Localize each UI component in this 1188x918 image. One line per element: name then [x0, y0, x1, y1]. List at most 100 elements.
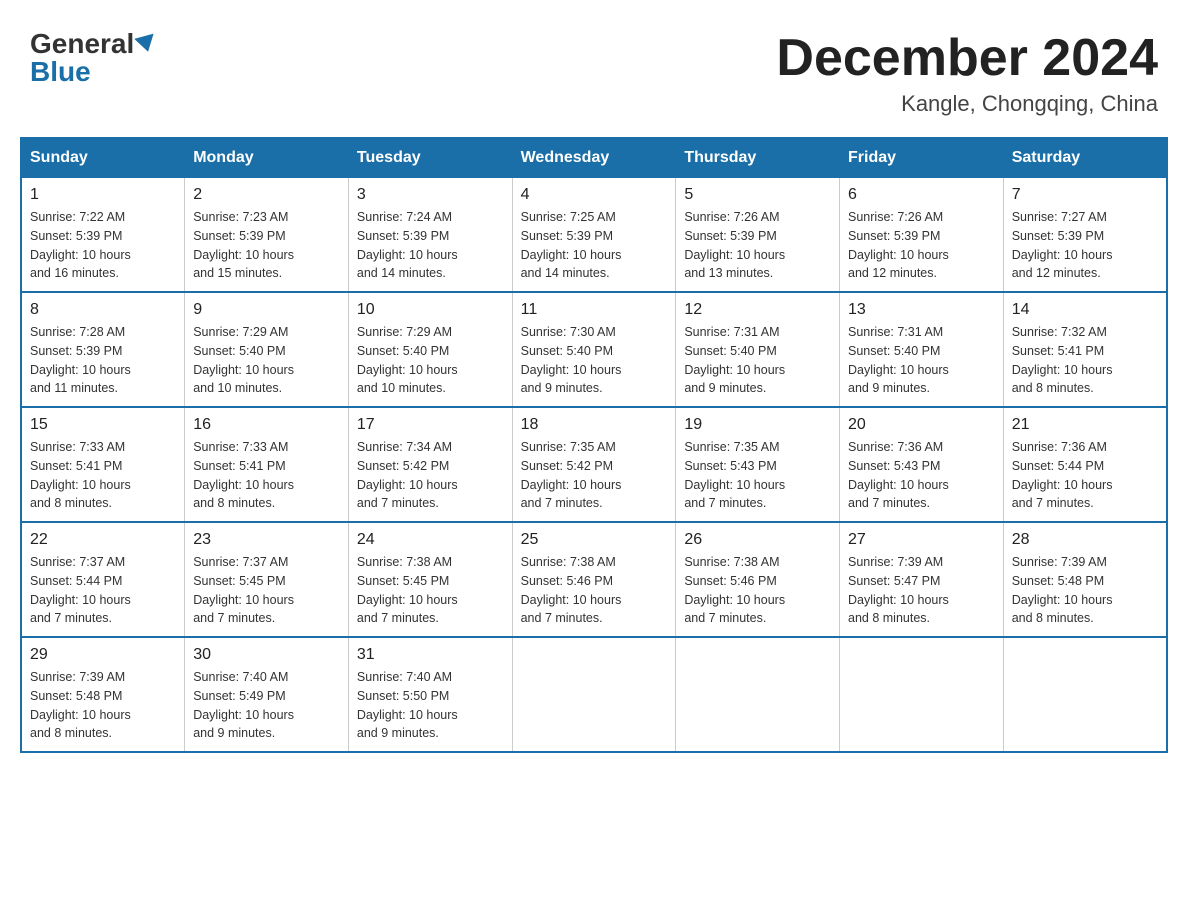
day-info: Sunrise: 7:31 AM Sunset: 5:40 PM Dayligh… — [684, 323, 831, 398]
header-wednesday: Wednesday — [512, 138, 676, 178]
day-info: Sunrise: 7:34 AM Sunset: 5:42 PM Dayligh… — [357, 438, 504, 513]
calendar-week-row: 15 Sunrise: 7:33 AM Sunset: 5:41 PM Dayl… — [21, 407, 1167, 522]
day-number: 17 — [357, 416, 504, 434]
calendar-day-cell: 11 Sunrise: 7:30 AM Sunset: 5:40 PM Dayl… — [512, 292, 676, 407]
calendar-day-cell: 8 Sunrise: 7:28 AM Sunset: 5:39 PM Dayli… — [21, 292, 185, 407]
logo-triangle-icon — [135, 34, 158, 55]
day-number: 30 — [193, 646, 340, 664]
day-number: 6 — [848, 186, 995, 204]
day-info: Sunrise: 7:22 AM Sunset: 5:39 PM Dayligh… — [30, 208, 176, 283]
calendar-table: SundayMondayTuesdayWednesdayThursdayFrid… — [20, 137, 1168, 753]
day-number: 22 — [30, 531, 176, 549]
day-info: Sunrise: 7:38 AM Sunset: 5:46 PM Dayligh… — [684, 553, 831, 628]
day-number: 13 — [848, 301, 995, 319]
day-number: 19 — [684, 416, 831, 434]
calendar-day-cell: 30 Sunrise: 7:40 AM Sunset: 5:49 PM Dayl… — [185, 637, 349, 752]
calendar-day-cell: 2 Sunrise: 7:23 AM Sunset: 5:39 PM Dayli… — [185, 178, 349, 293]
calendar-day-cell — [840, 637, 1004, 752]
calendar-day-cell: 14 Sunrise: 7:32 AM Sunset: 5:41 PM Dayl… — [1003, 292, 1167, 407]
day-number: 27 — [848, 531, 995, 549]
calendar-day-cell: 23 Sunrise: 7:37 AM Sunset: 5:45 PM Dayl… — [185, 522, 349, 637]
day-info: Sunrise: 7:35 AM Sunset: 5:42 PM Dayligh… — [521, 438, 668, 513]
header-friday: Friday — [840, 138, 1004, 178]
calendar-day-cell: 22 Sunrise: 7:37 AM Sunset: 5:44 PM Dayl… — [21, 522, 185, 637]
calendar-day-cell: 15 Sunrise: 7:33 AM Sunset: 5:41 PM Dayl… — [21, 407, 185, 522]
day-info: Sunrise: 7:26 AM Sunset: 5:39 PM Dayligh… — [684, 208, 831, 283]
day-info: Sunrise: 7:36 AM Sunset: 5:43 PM Dayligh… — [848, 438, 995, 513]
day-number: 3 — [357, 186, 504, 204]
calendar-day-cell: 21 Sunrise: 7:36 AM Sunset: 5:44 PM Dayl… — [1003, 407, 1167, 522]
day-info: Sunrise: 7:29 AM Sunset: 5:40 PM Dayligh… — [357, 323, 504, 398]
logo: General Blue — [30, 30, 156, 86]
calendar-day-cell: 3 Sunrise: 7:24 AM Sunset: 5:39 PM Dayli… — [348, 178, 512, 293]
calendar-day-cell: 16 Sunrise: 7:33 AM Sunset: 5:41 PM Dayl… — [185, 407, 349, 522]
header-sunday: Sunday — [21, 138, 185, 178]
day-number: 16 — [193, 416, 340, 434]
day-number: 5 — [684, 186, 831, 204]
calendar-day-cell: 17 Sunrise: 7:34 AM Sunset: 5:42 PM Dayl… — [348, 407, 512, 522]
day-number: 18 — [521, 416, 668, 434]
title-section: December 2024 Kangle, Chongqing, China — [776, 30, 1158, 117]
day-number: 24 — [357, 531, 504, 549]
calendar-week-row: 1 Sunrise: 7:22 AM Sunset: 5:39 PM Dayli… — [21, 178, 1167, 293]
day-number: 12 — [684, 301, 831, 319]
day-info: Sunrise: 7:40 AM Sunset: 5:50 PM Dayligh… — [357, 668, 504, 743]
calendar-day-cell: 28 Sunrise: 7:39 AM Sunset: 5:48 PM Dayl… — [1003, 522, 1167, 637]
calendar-day-cell: 5 Sunrise: 7:26 AM Sunset: 5:39 PM Dayli… — [676, 178, 840, 293]
calendar-day-cell — [1003, 637, 1167, 752]
calendar-day-cell: 18 Sunrise: 7:35 AM Sunset: 5:42 PM Dayl… — [512, 407, 676, 522]
calendar-header-row: SundayMondayTuesdayWednesdayThursdayFrid… — [21, 138, 1167, 178]
day-info: Sunrise: 7:25 AM Sunset: 5:39 PM Dayligh… — [521, 208, 668, 283]
day-info: Sunrise: 7:29 AM Sunset: 5:40 PM Dayligh… — [193, 323, 340, 398]
calendar-day-cell: 24 Sunrise: 7:38 AM Sunset: 5:45 PM Dayl… — [348, 522, 512, 637]
logo-general-text: General — [30, 30, 134, 58]
day-number: 29 — [30, 646, 176, 664]
day-number: 11 — [521, 301, 668, 319]
day-number: 8 — [30, 301, 176, 319]
calendar-day-cell: 7 Sunrise: 7:27 AM Sunset: 5:39 PM Dayli… — [1003, 178, 1167, 293]
day-info: Sunrise: 7:40 AM Sunset: 5:49 PM Dayligh… — [193, 668, 340, 743]
day-info: Sunrise: 7:33 AM Sunset: 5:41 PM Dayligh… — [30, 438, 176, 513]
header-tuesday: Tuesday — [348, 138, 512, 178]
day-number: 1 — [30, 186, 176, 204]
calendar-day-cell: 10 Sunrise: 7:29 AM Sunset: 5:40 PM Dayl… — [348, 292, 512, 407]
day-number: 14 — [1012, 301, 1158, 319]
day-info: Sunrise: 7:38 AM Sunset: 5:45 PM Dayligh… — [357, 553, 504, 628]
header-saturday: Saturday — [1003, 138, 1167, 178]
header-monday: Monday — [185, 138, 349, 178]
day-info: Sunrise: 7:32 AM Sunset: 5:41 PM Dayligh… — [1012, 323, 1158, 398]
calendar-day-cell: 26 Sunrise: 7:38 AM Sunset: 5:46 PM Dayl… — [676, 522, 840, 637]
day-number: 28 — [1012, 531, 1158, 549]
day-info: Sunrise: 7:28 AM Sunset: 5:39 PM Dayligh… — [30, 323, 176, 398]
day-info: Sunrise: 7:37 AM Sunset: 5:45 PM Dayligh… — [193, 553, 340, 628]
day-number: 23 — [193, 531, 340, 549]
day-info: Sunrise: 7:30 AM Sunset: 5:40 PM Dayligh… — [521, 323, 668, 398]
calendar-week-row: 8 Sunrise: 7:28 AM Sunset: 5:39 PM Dayli… — [21, 292, 1167, 407]
calendar-day-cell: 31 Sunrise: 7:40 AM Sunset: 5:50 PM Dayl… — [348, 637, 512, 752]
calendar-day-cell: 6 Sunrise: 7:26 AM Sunset: 5:39 PM Dayli… — [840, 178, 1004, 293]
day-number: 7 — [1012, 186, 1158, 204]
day-info: Sunrise: 7:27 AM Sunset: 5:39 PM Dayligh… — [1012, 208, 1158, 283]
calendar-day-cell: 1 Sunrise: 7:22 AM Sunset: 5:39 PM Dayli… — [21, 178, 185, 293]
location-text: Kangle, Chongqing, China — [776, 91, 1158, 117]
day-info: Sunrise: 7:31 AM Sunset: 5:40 PM Dayligh… — [848, 323, 995, 398]
day-number: 26 — [684, 531, 831, 549]
day-number: 2 — [193, 186, 340, 204]
calendar-week-row: 29 Sunrise: 7:39 AM Sunset: 5:48 PM Dayl… — [21, 637, 1167, 752]
calendar-day-cell: 12 Sunrise: 7:31 AM Sunset: 5:40 PM Dayl… — [676, 292, 840, 407]
day-number: 15 — [30, 416, 176, 434]
day-info: Sunrise: 7:23 AM Sunset: 5:39 PM Dayligh… — [193, 208, 340, 283]
calendar-day-cell: 9 Sunrise: 7:29 AM Sunset: 5:40 PM Dayli… — [185, 292, 349, 407]
day-info: Sunrise: 7:24 AM Sunset: 5:39 PM Dayligh… — [357, 208, 504, 283]
day-info: Sunrise: 7:37 AM Sunset: 5:44 PM Dayligh… — [30, 553, 176, 628]
day-info: Sunrise: 7:39 AM Sunset: 5:48 PM Dayligh… — [1012, 553, 1158, 628]
day-info: Sunrise: 7:36 AM Sunset: 5:44 PM Dayligh… — [1012, 438, 1158, 513]
day-info: Sunrise: 7:26 AM Sunset: 5:39 PM Dayligh… — [848, 208, 995, 283]
calendar-day-cell: 20 Sunrise: 7:36 AM Sunset: 5:43 PM Dayl… — [840, 407, 1004, 522]
day-info: Sunrise: 7:35 AM Sunset: 5:43 PM Dayligh… — [684, 438, 831, 513]
calendar-day-cell: 27 Sunrise: 7:39 AM Sunset: 5:47 PM Dayl… — [840, 522, 1004, 637]
day-info: Sunrise: 7:39 AM Sunset: 5:47 PM Dayligh… — [848, 553, 995, 628]
day-number: 25 — [521, 531, 668, 549]
calendar-day-cell — [512, 637, 676, 752]
day-number: 9 — [193, 301, 340, 319]
